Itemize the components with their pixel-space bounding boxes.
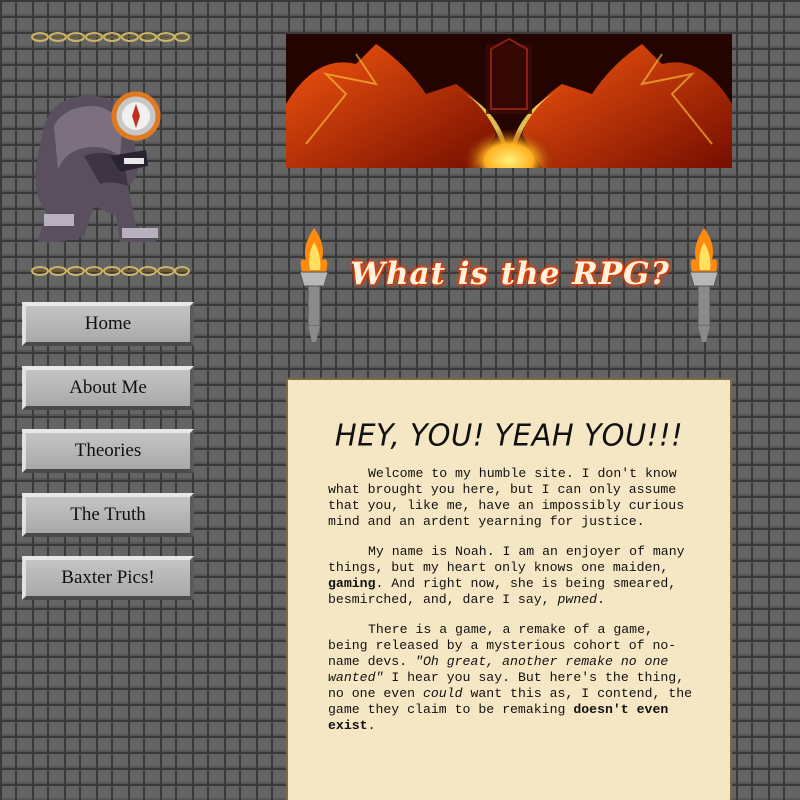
dragon-banner-art [286,34,732,168]
paragraph-intro: My name is Noah. I am an enjoyer of many… [328,544,693,608]
sidebar-nav: Home About Me Theories The Truth Baxter … [22,302,196,620]
article-headline: HEY, YOU! YEAH YOU!!! [334,417,684,453]
text-span: My name is Noah. I am an enjoyer of many… [328,544,685,575]
italic-text: could [422,686,463,701]
torch-icon [299,228,329,342]
paragraph-welcome: Welcome to my humble site. I don't know … [328,466,685,529]
chain-divider-icon [30,32,190,42]
text-span: . And right now, she is being smeared, b… [328,576,677,607]
monster-icon [35,91,161,242]
content-panel: HEY, YOU! YEAH YOU!!! Welcome to my humb… [286,378,732,800]
nav-theories-button[interactable]: Theories [22,429,194,473]
text-span: . [597,592,605,607]
page-title: What is the RPG? [350,256,670,292]
nav-home-button[interactable]: Home [22,302,194,346]
italic-text: pwned [557,592,598,607]
nav-about-me-button[interactable]: About Me [22,365,194,410]
nav-baxter-pics-button[interactable]: Baxter Pics! [22,556,194,600]
bold-text: gaming [328,576,376,591]
heading-row: What is the RPG? [290,226,730,346]
paragraph-game: There is a game, a remake of a game, bei… [328,622,693,734]
torch-icon [689,228,719,342]
text-span: . [367,718,376,733]
nav-the-truth-button[interactable]: The Truth [22,492,194,537]
dragon-banner [286,34,732,168]
chain-divider-icon [30,266,190,276]
